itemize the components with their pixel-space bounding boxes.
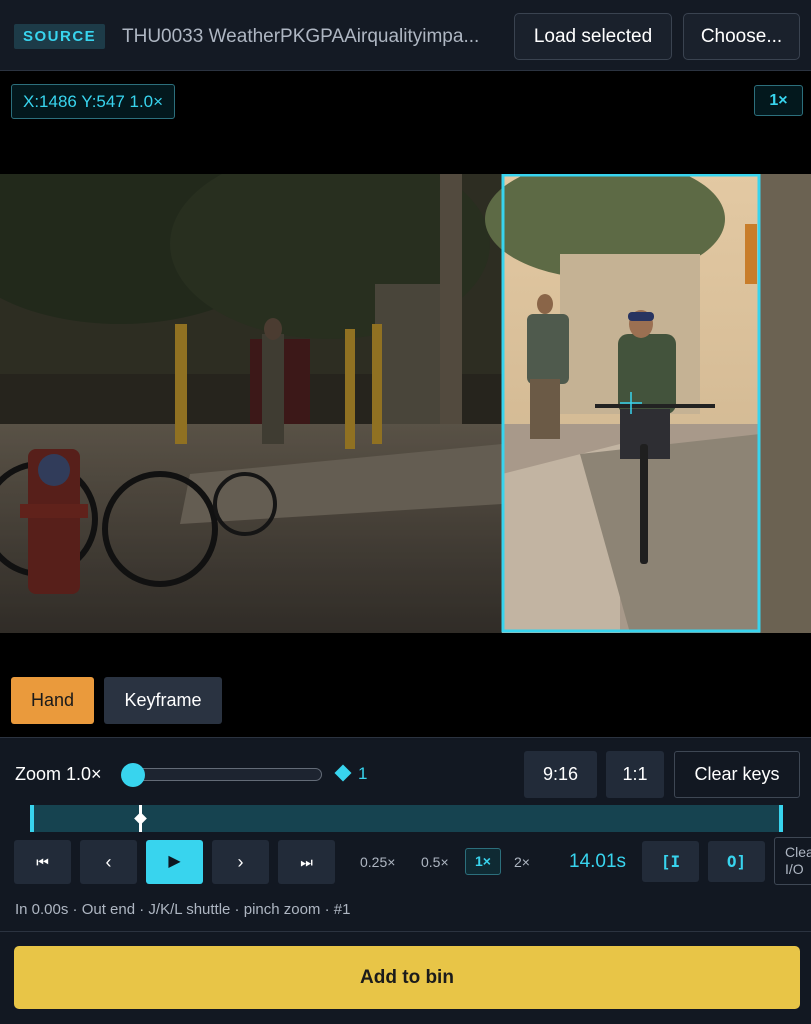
- step-back-button[interactable]: ‹: [80, 840, 137, 884]
- add-to-bin-button[interactable]: Add to bin: [14, 946, 800, 1009]
- set-in-button[interactable]: [I: [642, 841, 699, 882]
- hand-mode-button[interactable]: Hand: [11, 677, 94, 724]
- speed-2-button[interactable]: 2×: [514, 854, 530, 870]
- video-frame-image: [0, 174, 811, 633]
- aspect-1-1-button[interactable]: 1:1: [606, 751, 664, 798]
- skip-start-icon: ⏮: [36, 854, 49, 870]
- video-viewer[interactable]: X:1486 Y:547 1.0× 1× Hand Keyframe: [0, 71, 811, 737]
- status-line: In 0.00s · Out end · J/K/L shuttle · pin…: [15, 901, 351, 918]
- timeline-in-handle[interactable]: [30, 805, 34, 832]
- source-title: THU0033 WeatherPKGPAAirqualityimpa...: [122, 26, 480, 47]
- play-icon: ▶: [168, 853, 181, 870]
- zoom-slider-track[interactable]: [128, 768, 322, 781]
- zoom-label: Zoom 1.0×: [15, 764, 102, 784]
- keyframe-mode-button[interactable]: Keyframe: [104, 677, 222, 724]
- keyframe-diamond-icon: [334, 764, 352, 782]
- aspect-9-16-button[interactable]: 9:16: [524, 751, 597, 798]
- speed-0-5-button[interactable]: 0.5×: [421, 854, 449, 870]
- chevron-right-icon: ›: [237, 852, 244, 872]
- jump-start-button[interactable]: ⏮: [14, 840, 71, 884]
- choose-button[interactable]: Choose...: [683, 13, 800, 60]
- set-out-button[interactable]: O]: [708, 841, 765, 882]
- timecode: 14.01s: [569, 851, 627, 872]
- control-panel: Zoom 1.0× 1 9:16 1:1 Clear keys ⏮ ‹ ▶ › …: [0, 737, 811, 1024]
- step-forward-button[interactable]: ›: [212, 840, 269, 884]
- video-frame[interactable]: [0, 174, 811, 633]
- jump-end-button[interactable]: ⏭: [278, 840, 335, 884]
- keyframe-count: 1: [358, 764, 368, 783]
- source-bar: SOURCE THU0033 WeatherPKGPAAirqualityimp…: [0, 0, 811, 71]
- divider: [0, 931, 811, 932]
- load-selected-button[interactable]: Load selected: [514, 13, 672, 60]
- speed-1-button[interactable]: 1×: [465, 848, 501, 875]
- chevron-left-icon: ‹: [105, 852, 112, 872]
- speed-0-25-button[interactable]: 0.25×: [360, 854, 395, 870]
- skip-end-icon: ⏭: [300, 854, 313, 870]
- zoom-badge: 1×: [754, 85, 803, 116]
- timeline-out-handle[interactable]: [779, 805, 783, 832]
- source-badge: SOURCE: [14, 24, 106, 49]
- zoom-slider-thumb[interactable]: [121, 763, 145, 787]
- coordinate-readout: X:1486 Y:547 1.0×: [11, 84, 176, 119]
- play-button[interactable]: ▶: [146, 840, 203, 884]
- clear-io-button[interactable]: Clear I/O: [774, 837, 811, 885]
- clear-keys-button[interactable]: Clear keys: [674, 751, 800, 798]
